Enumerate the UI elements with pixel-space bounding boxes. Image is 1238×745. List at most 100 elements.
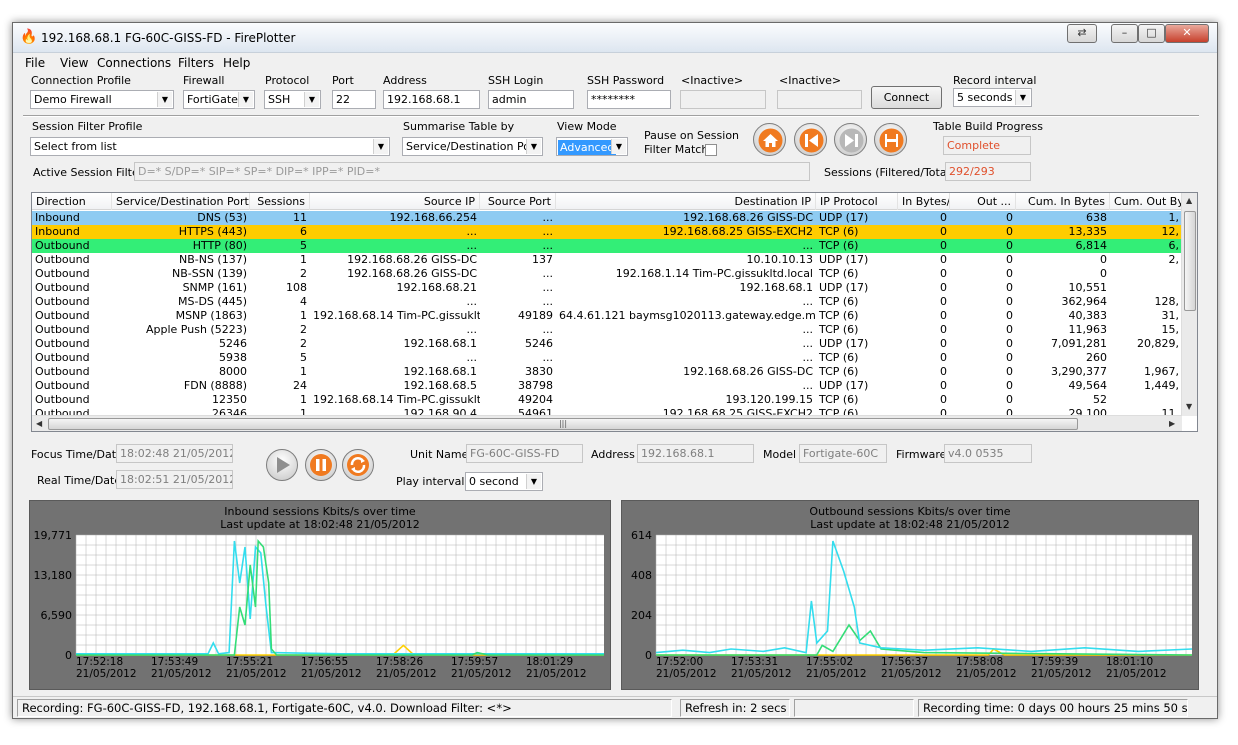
table-cell: ...	[542, 351, 554, 364]
scroll-down-icon[interactable]: ▼	[1186, 402, 1192, 411]
table-cell: ...	[542, 267, 554, 280]
x-tick-date: 21/05/2012	[376, 668, 437, 680]
table-row[interactable]: Inbound DNS (53) 11 192.168.66.254... 192.16…	[32, 211, 1182, 225]
table-cell: 128,	[1154, 295, 1180, 308]
chevron-down-icon: ▼	[526, 139, 541, 154]
table-cell: 192.168.68.1	[403, 365, 477, 378]
view-mode-select[interactable]: Advanced ▼	[556, 137, 628, 156]
menu-connections[interactable]: Connections	[97, 56, 171, 70]
table-row[interactable]: Inbound HTTPS (443) 6...... 192.168.68.25 G…	[32, 225, 1182, 239]
table-row[interactable]: Outbound HTTP (80) 5......... TCP (6) 0 0 6,81…	[32, 239, 1182, 253]
title-bar[interactable]: 🔥 192.168.68.1 FG-60C-GISS-FD - FirePlot…	[13, 23, 1217, 53]
scroll-left-icon[interactable]: ◀	[36, 419, 42, 428]
table-cell: HTTP (80)	[192, 239, 247, 252]
table-cell: 0	[1100, 267, 1107, 280]
skip-forward-icon[interactable]	[834, 123, 867, 156]
connection-profile-select[interactable]: Demo Firewall ▼	[30, 90, 174, 109]
table-cell: 7,091,281	[1051, 337, 1107, 350]
scroll-thumb[interactable]	[1184, 211, 1196, 311]
table-row[interactable]: Outbound SNMP (161) 108 192.168.68.21... 192…	[32, 281, 1182, 295]
table-cell: 192.168.68.25 GISS-EXCH2	[662, 225, 813, 238]
table-row[interactable]: Outbound NB-NS (137) 1 192.168.68.26 GISS-D…	[32, 253, 1182, 267]
table-row[interactable]: Outbound 5246 2 192.168.68.1 5246... UDP (17)…	[32, 337, 1182, 351]
table-header: Direction Service/Destination Port Session…	[32, 193, 1182, 210]
home-icon[interactable]	[753, 123, 786, 156]
table-cell: ...	[802, 323, 814, 336]
table-cell: 3830	[525, 365, 553, 378]
x-tick-time: 17:52:18	[76, 656, 123, 668]
column-header[interactable]: Source IP	[310, 193, 480, 210]
minimize-button[interactable]: –	[1111, 24, 1138, 43]
table-cell: 15,	[1161, 323, 1180, 336]
skip-back-icon[interactable]	[794, 123, 827, 156]
unit-name-value: FG-60C-GISS-FD	[466, 444, 583, 463]
model-label: Model	[763, 448, 797, 461]
table-row[interactable]: Outbound FDN (8888) 24 192.168.68.5 38798...…	[32, 379, 1182, 393]
table-row[interactable]: Outbound MSNP (1863) 1 192.168.68.14 Tim-PC…	[32, 309, 1182, 323]
ssh-login-input[interactable]: admin	[488, 90, 574, 109]
play-interval-select[interactable]: 0 second ▼	[465, 472, 543, 491]
table-cell: 192.168.1.14 Tim-PC.gissukltd.local	[615, 267, 813, 280]
protocol-select[interactable]: SSH ▼	[264, 90, 321, 109]
column-header[interactable]: Source Port	[480, 193, 556, 210]
table-cell: 4	[300, 295, 307, 308]
inactive-label-2: <Inactive>	[779, 74, 842, 87]
hscroll-thumb[interactable]: |||	[48, 418, 1078, 430]
pause-checkbox[interactable]	[705, 144, 717, 156]
menu-file[interactable]: File	[25, 56, 45, 70]
maximize-button[interactable]: □	[1138, 24, 1165, 43]
refresh-icon[interactable]	[342, 449, 374, 481]
table-row[interactable]: Outbound MS-DS (445) 4......... TCP (6) 0 0 36…	[32, 295, 1182, 309]
vertical-scrollbar[interactable]: ▲ ▼	[1181, 193, 1197, 416]
ssh-password-input[interactable]: ********	[587, 90, 671, 109]
column-header[interactable]: Destination IP	[556, 193, 816, 210]
column-header[interactable]: Cum. In Bytes	[1016, 193, 1110, 210]
x-tick-date: 21/05/2012	[881, 668, 942, 680]
horizontal-scrollbar[interactable]: ◀ ||| ▶	[32, 415, 1182, 431]
restore-icon[interactable]: ⇄	[1067, 24, 1097, 43]
column-header[interactable]: Sessions	[250, 193, 310, 210]
table-row[interactable]: Outbound NB-SSN (139) 2 192.168.68.26 GISS-…	[32, 267, 1182, 281]
column-header[interactable]: Direction	[32, 193, 112, 210]
view-mode-label: View Mode	[557, 120, 617, 133]
scroll-up-icon[interactable]: ▲	[1186, 196, 1192, 205]
summarise-select[interactable]: Service/Destination Port ▼	[402, 137, 543, 156]
connect-button[interactable]: Connect	[871, 86, 942, 109]
table-cell: 0	[940, 393, 947, 406]
table-cell: SNMP (161)	[182, 281, 247, 294]
column-header[interactable]: Out ...	[950, 193, 1016, 210]
table-cell: 0	[1006, 295, 1013, 308]
session-filter-select[interactable]: Select from list ▼	[30, 137, 390, 156]
table-cell: 0	[1006, 239, 1013, 252]
record-interval-select[interactable]: 5 seconds ▼	[953, 88, 1032, 107]
menu-filters[interactable]: Filters	[178, 56, 214, 70]
column-header[interactable]: In Bytes/s	[898, 193, 950, 210]
table-row[interactable]: Outbound 5938 5......... TCP (6) 0 0 260	[32, 351, 1182, 365]
close-button[interactable]: ✕	[1165, 24, 1209, 43]
scroll-right-icon[interactable]: ▶	[1169, 419, 1175, 428]
column-header[interactable]: Service/Destination Port	[112, 193, 250, 210]
menu-help[interactable]: Help	[223, 56, 250, 70]
record-interval-label: Record interval	[953, 74, 1037, 87]
port-input[interactable]: 22	[332, 90, 376, 109]
play-icon[interactable]	[266, 449, 298, 481]
column-header[interactable]: IP Protocol	[816, 193, 898, 210]
table-cell: ...	[466, 239, 478, 252]
x-tick-time: 17:59:57	[451, 656, 498, 668]
pause-icon[interactable]	[305, 449, 337, 481]
table-row[interactable]: Outbound 8000 1 192.168.68.1 3830 192.168.68.…	[32, 365, 1182, 379]
menu-view[interactable]: View	[60, 56, 88, 70]
column-header[interactable]: Cum. Out By	[1110, 193, 1182, 210]
address-input[interactable]: 192.168.68.1	[383, 90, 480, 109]
table-row[interactable]: Outbound 12350 1 192.168.68.14 Tim-PC.gissu…	[32, 393, 1182, 407]
firewall-select[interactable]: FortiGate ▼	[183, 90, 255, 109]
table-row[interactable]: Outbound Apple Push (5223) 2......... TCP (…	[32, 323, 1182, 337]
y-tick-label: 6,590	[41, 609, 73, 622]
chevron-down-icon: ▼	[373, 139, 388, 154]
x-tick-time: 18:01:10	[1106, 656, 1153, 668]
save-icon[interactable]	[874, 123, 907, 156]
table-cell	[1110, 351, 1182, 365]
table-cell: 0	[1006, 379, 1013, 392]
chevron-down-icon: ▼	[526, 474, 541, 489]
chevron-down-icon: ▼	[238, 92, 253, 107]
